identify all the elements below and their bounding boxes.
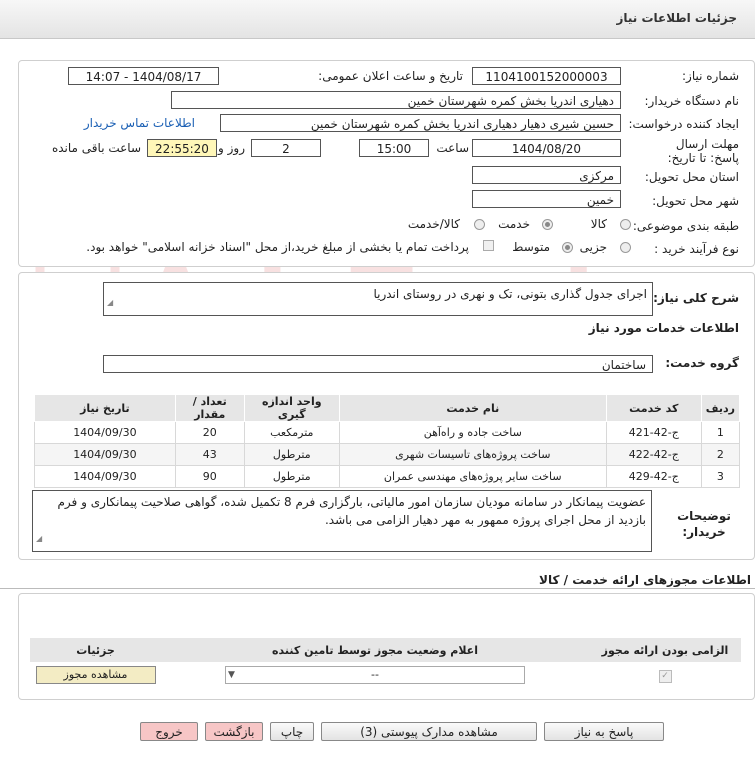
buyer-org-field: دهیاری اندریا بخش کمره شهرستان خمین — [171, 91, 621, 109]
category-radio-both[interactable] — [474, 219, 485, 230]
table-row: 2 ج-42-422 ساخت پروژه‌های تاسیسات شهری م… — [34, 443, 741, 466]
table-row: ✓ -- ▼ مشاهده مجوز — [30, 662, 741, 688]
category-radio-service[interactable] — [542, 219, 553, 230]
license-status-select[interactable]: -- ▼ — [225, 666, 525, 684]
process-radio-minor[interactable] — [620, 242, 631, 253]
services-table: ردیف کد خدمت نام خدمت واحد اندازه گیری ت… — [34, 394, 741, 488]
licenses-table: الزامی بودن ارائه مجوز اعلام وضعیت مجوز … — [30, 638, 741, 688]
city-label: شهر محل تحویل: — [652, 194, 739, 208]
cell-row: 2 — [700, 443, 741, 466]
cell-code: ج-42-429 — [605, 465, 702, 488]
cell-unit: مترطول — [243, 443, 340, 466]
col-required: الزامی بودن ارائه مجوز — [589, 638, 741, 662]
payment-note: پرداخت تمام یا بخشی از مبلغ خرید،از محل … — [86, 240, 469, 254]
remaining-time-field: 22:55:20 — [147, 139, 217, 157]
cell-date: 1404/09/30 — [34, 443, 176, 466]
category-option-both: کالا/خدمت — [407, 217, 460, 231]
licenses-section-title: اطلاعات مجوزهای ارائه خدمت / کالا — [539, 573, 751, 587]
resize-grip-icon[interactable]: ◢ — [36, 530, 42, 548]
cell-unit: مترطول — [243, 465, 340, 488]
cell-date: 1404/09/30 — [34, 421, 176, 444]
col-date: تاریخ نیاز — [34, 394, 176, 422]
col-status: اعلام وضعیت مجوز توسط تامین کننده — [161, 638, 589, 662]
status-cell: -- ▼ — [161, 662, 589, 688]
deadline-date-field: 1404/08/20 — [472, 139, 621, 157]
resize-grip-icon[interactable]: ◢ — [107, 294, 113, 312]
category-radio-goods[interactable] — [620, 219, 631, 230]
process-option-medium: متوسط — [512, 240, 550, 254]
print-button[interactable]: چاپ — [270, 722, 314, 741]
cell-code: ج-42-421 — [605, 421, 702, 444]
services-table-header: ردیف کد خدمت نام خدمت واحد اندازه گیری ت… — [34, 394, 741, 422]
buyer-org-label: نام دستگاه خریدار: — [644, 94, 740, 108]
col-name: نام خدمت — [338, 394, 607, 422]
buyer-notes-field: عضویت پیمانکار در سامانه مودیان سازمان ا… — [32, 490, 652, 552]
summary-field: اجرای جدول گذاری بتونی، تک و نهری در روس… — [103, 282, 653, 316]
category-label: طبقه بندی موضوعی: — [632, 219, 739, 233]
deadline-time-field: 15:00 — [359, 139, 429, 157]
summary-text: اجرای جدول گذاری بتونی، تک و نهری در روس… — [373, 287, 647, 301]
cell-quantity: 20 — [174, 421, 245, 444]
required-cell: ✓ — [589, 662, 741, 688]
cell-quantity: 90 — [174, 465, 245, 488]
need-number-field: 1104100152000003 — [472, 67, 621, 85]
cell-code: ج-42-422 — [605, 443, 702, 466]
cell-unit: مترمکعب — [243, 421, 340, 444]
details-cell: مشاهده مجوز — [30, 662, 161, 688]
reply-button[interactable]: پاسخ به نیاز — [544, 722, 664, 741]
deadline-label: مهلت ارسال پاسخ: تا تاریخ: — [667, 137, 739, 165]
cell-name: ساخت پروژه‌های تاسیسات شهری — [338, 443, 607, 466]
cell-date: 1404/09/30 — [34, 465, 176, 488]
page-header: جزئیات اطلاعات نیاز — [0, 0, 755, 39]
announce-label: تاریخ و ساعت اعلان عمومی: — [318, 69, 463, 83]
cell-row: 1 — [700, 421, 741, 444]
table-row: 3 ج-42-429 ساخت سایر پروژه‌های مهندسی عم… — [34, 465, 741, 488]
licenses-table-header: الزامی بودن ارائه مجوز اعلام وضعیت مجوز … — [30, 638, 741, 662]
summary-label: شرح کلی نیاز: — [653, 291, 739, 305]
table-row: 1 ج-42-421 ساخت جاده و راه‌آهن مترمکعب 2… — [34, 421, 741, 444]
col-quantity: تعداد / مقدار — [174, 394, 245, 422]
attachments-button[interactable]: مشاهده مدارک پیوستی (3) — [321, 722, 537, 741]
page-title: جزئیات اطلاعات نیاز — [616, 11, 737, 25]
col-row: ردیف — [700, 394, 741, 422]
divider — [0, 588, 755, 589]
cell-row: 3 — [700, 465, 741, 488]
days-field: 2 — [251, 139, 321, 157]
process-label: نوع فرآیند خرید : — [654, 242, 739, 256]
chevron-down-icon: ▼ — [228, 670, 235, 680]
announce-field: 1404/08/17 - 14:07 — [68, 67, 219, 85]
buyer-contact-link[interactable]: اطلاعات تماس خریدار — [84, 116, 195, 130]
remaining-label: ساعت باقی مانده — [51, 141, 141, 155]
exit-button[interactable]: خروج — [140, 722, 198, 741]
view-license-button[interactable]: مشاهده مجوز — [35, 666, 156, 684]
services-section-title: اطلاعات خدمات مورد نیاز — [588, 321, 739, 335]
treasury-checkbox[interactable] — [483, 240, 494, 251]
process-radio-medium[interactable] — [562, 242, 573, 253]
province-field: مرکزی — [472, 166, 621, 184]
cell-quantity: 43 — [174, 443, 245, 466]
buyer-notes-label: توضیحات خریدار: — [677, 509, 731, 539]
need-number-label: شماره نیاز: — [682, 69, 739, 83]
category-option-service: خدمت — [498, 217, 530, 231]
cell-name: ساخت جاده و راه‌آهن — [338, 421, 607, 444]
province-label: استان محل تحویل: — [644, 170, 739, 184]
creator-label: ایجاد کننده درخواست: — [628, 117, 739, 131]
col-unit: واحد اندازه گیری — [243, 394, 340, 422]
col-details: جزئیات — [30, 638, 161, 662]
back-button[interactable]: بازگشت — [205, 722, 263, 741]
required-checkbox: ✓ — [658, 669, 672, 683]
category-option-goods: کالا — [590, 217, 607, 231]
service-group-label: گروه خدمت: — [665, 356, 739, 370]
cell-name: ساخت سایر پروژه‌های مهندسی عمران — [338, 465, 607, 488]
deadline-time-label: ساعت — [436, 141, 469, 155]
service-group-field: ساختمان — [103, 355, 653, 373]
creator-field: حسین شیری دهیار دهیاری اندریا بخش کمره ش… — [220, 114, 621, 132]
col-code: کد خدمت — [605, 394, 702, 422]
days-label: روز و — [218, 141, 245, 155]
process-option-minor: جزیی — [579, 240, 607, 254]
city-field: خمین — [472, 190, 621, 208]
license-status-value: -- — [371, 668, 379, 681]
buyer-notes-text: عضویت پیمانکار در سامانه مودیان سازمان ا… — [57, 495, 647, 527]
